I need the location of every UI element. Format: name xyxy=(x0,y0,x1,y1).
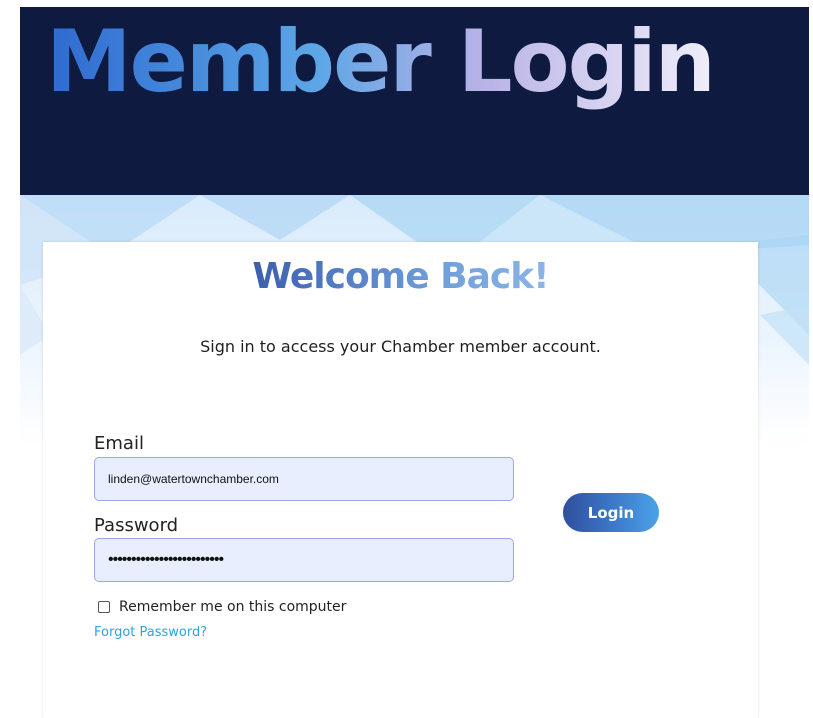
login-button[interactable]: Login xyxy=(563,493,659,532)
password-field[interactable] xyxy=(94,538,514,582)
password-label: Password xyxy=(94,515,179,536)
remember-me-label: Remember me on this computer xyxy=(119,599,347,615)
email-field[interactable] xyxy=(94,457,514,501)
remember-me-option[interactable]: Remember me on this computer xyxy=(98,599,346,615)
remember-me-checkbox[interactable] xyxy=(98,601,110,613)
login-subtitle: Sign in to access your Chamber member ac… xyxy=(200,337,601,356)
welcome-heading: Welcome Back! xyxy=(252,256,549,297)
page-title: Member Login xyxy=(46,12,716,112)
login-card: Welcome Back! Sign in to access your Cha… xyxy=(43,242,758,718)
forgot-password-link[interactable]: Forgot Password? xyxy=(94,625,207,640)
email-label: Email xyxy=(94,433,144,454)
page-header: Member Login xyxy=(20,7,809,195)
